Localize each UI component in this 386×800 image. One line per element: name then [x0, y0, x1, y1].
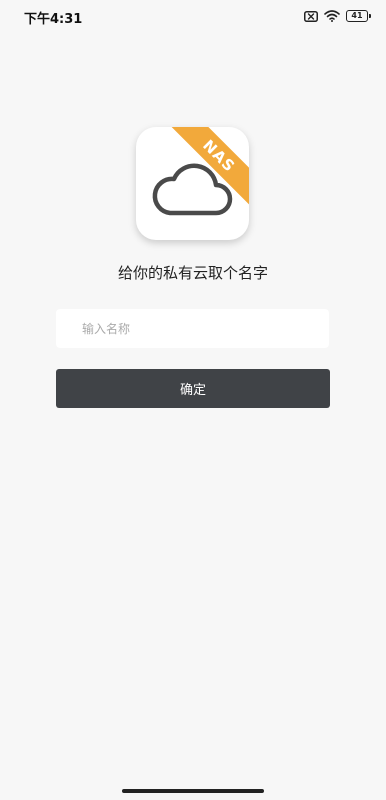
status-time: 下午4:31 [24, 12, 83, 27]
confirm-button[interactable]: 确定 [56, 369, 330, 408]
battery-level: 41 [351, 11, 363, 20]
status-bar: 下午4:31 41 [0, 0, 386, 32]
wifi-icon [324, 10, 340, 22]
app-logo: NAS [136, 127, 249, 240]
page-title: 给你的私有云取个名字 [117, 264, 268, 282]
status-icons: 41 [304, 8, 371, 24]
home-indicator[interactable] [122, 789, 264, 793]
sim-off-icon [304, 10, 318, 22]
battery-icon: 41 [346, 10, 371, 22]
name-input[interactable] [56, 309, 329, 348]
